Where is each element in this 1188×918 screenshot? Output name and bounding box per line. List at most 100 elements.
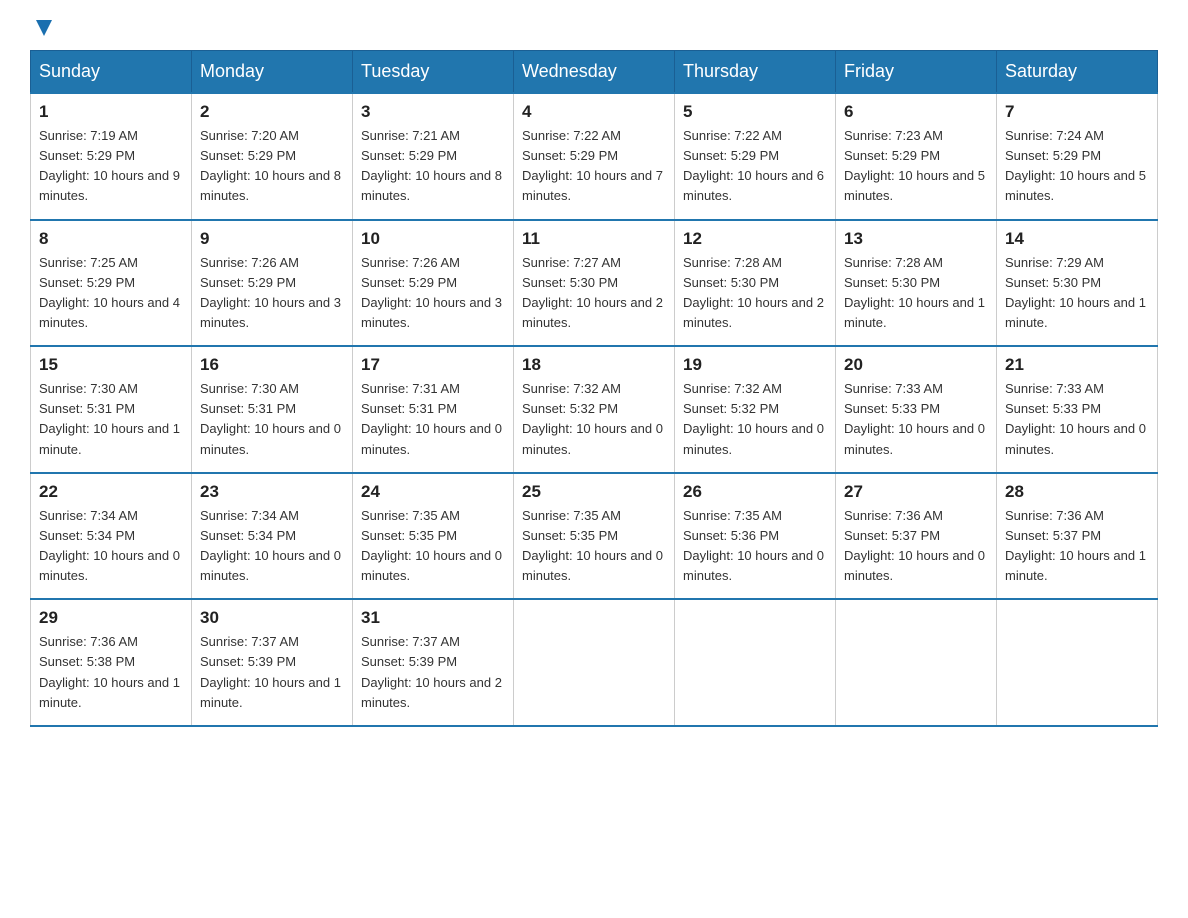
day-info: Sunrise: 7:34 AMSunset: 5:34 PMDaylight:… — [200, 508, 341, 583]
day-info: Sunrise: 7:20 AMSunset: 5:29 PMDaylight:… — [200, 128, 341, 203]
calendar-cell: 24 Sunrise: 7:35 AMSunset: 5:35 PMDaylig… — [353, 473, 514, 600]
day-info: Sunrise: 7:31 AMSunset: 5:31 PMDaylight:… — [361, 381, 502, 456]
logo-arrow-icon — [32, 16, 56, 40]
calendar-cell: 19 Sunrise: 7:32 AMSunset: 5:32 PMDaylig… — [675, 346, 836, 473]
calendar-table: SundayMondayTuesdayWednesdayThursdayFrid… — [30, 50, 1158, 727]
day-number: 7 — [1005, 102, 1149, 122]
calendar-cell — [836, 599, 997, 726]
day-number: 20 — [844, 355, 988, 375]
calendar-cell: 14 Sunrise: 7:29 AMSunset: 5:30 PMDaylig… — [997, 220, 1158, 347]
day-number: 28 — [1005, 482, 1149, 502]
calendar-cell: 1 Sunrise: 7:19 AMSunset: 5:29 PMDayligh… — [31, 93, 192, 220]
weekday-header-saturday: Saturday — [997, 51, 1158, 94]
day-info: Sunrise: 7:36 AMSunset: 5:37 PMDaylight:… — [1005, 508, 1146, 583]
calendar-cell: 8 Sunrise: 7:25 AMSunset: 5:29 PMDayligh… — [31, 220, 192, 347]
calendar-cell: 9 Sunrise: 7:26 AMSunset: 5:29 PMDayligh… — [192, 220, 353, 347]
calendar-week-2: 8 Sunrise: 7:25 AMSunset: 5:29 PMDayligh… — [31, 220, 1158, 347]
calendar-cell: 12 Sunrise: 7:28 AMSunset: 5:30 PMDaylig… — [675, 220, 836, 347]
day-info: Sunrise: 7:30 AMSunset: 5:31 PMDaylight:… — [39, 381, 180, 456]
calendar-week-3: 15 Sunrise: 7:30 AMSunset: 5:31 PMDaylig… — [31, 346, 1158, 473]
day-info: Sunrise: 7:32 AMSunset: 5:32 PMDaylight:… — [683, 381, 824, 456]
day-number: 4 — [522, 102, 666, 122]
weekday-header-monday: Monday — [192, 51, 353, 94]
day-number: 15 — [39, 355, 183, 375]
day-info: Sunrise: 7:32 AMSunset: 5:32 PMDaylight:… — [522, 381, 663, 456]
day-number: 22 — [39, 482, 183, 502]
calendar-cell: 2 Sunrise: 7:20 AMSunset: 5:29 PMDayligh… — [192, 93, 353, 220]
calendar-cell: 17 Sunrise: 7:31 AMSunset: 5:31 PMDaylig… — [353, 346, 514, 473]
weekday-header-sunday: Sunday — [31, 51, 192, 94]
weekday-header-tuesday: Tuesday — [353, 51, 514, 94]
day-number: 1 — [39, 102, 183, 122]
day-number: 9 — [200, 229, 344, 249]
calendar-cell — [675, 599, 836, 726]
weekday-header-wednesday: Wednesday — [514, 51, 675, 94]
day-number: 27 — [844, 482, 988, 502]
calendar-cell: 6 Sunrise: 7:23 AMSunset: 5:29 PMDayligh… — [836, 93, 997, 220]
day-number: 17 — [361, 355, 505, 375]
calendar-cell — [514, 599, 675, 726]
calendar-cell: 29 Sunrise: 7:36 AMSunset: 5:38 PMDaylig… — [31, 599, 192, 726]
day-number: 31 — [361, 608, 505, 628]
day-info: Sunrise: 7:24 AMSunset: 5:29 PMDaylight:… — [1005, 128, 1146, 203]
calendar-week-1: 1 Sunrise: 7:19 AMSunset: 5:29 PMDayligh… — [31, 93, 1158, 220]
calendar-cell: 25 Sunrise: 7:35 AMSunset: 5:35 PMDaylig… — [514, 473, 675, 600]
calendar-cell: 21 Sunrise: 7:33 AMSunset: 5:33 PMDaylig… — [997, 346, 1158, 473]
weekday-header-thursday: Thursday — [675, 51, 836, 94]
day-info: Sunrise: 7:34 AMSunset: 5:34 PMDaylight:… — [39, 508, 180, 583]
day-info: Sunrise: 7:33 AMSunset: 5:33 PMDaylight:… — [1005, 381, 1146, 456]
day-info: Sunrise: 7:25 AMSunset: 5:29 PMDaylight:… — [39, 255, 180, 330]
day-info: Sunrise: 7:36 AMSunset: 5:38 PMDaylight:… — [39, 634, 180, 709]
logo — [30, 20, 56, 40]
day-info: Sunrise: 7:22 AMSunset: 5:29 PMDaylight:… — [683, 128, 824, 203]
calendar-cell: 13 Sunrise: 7:28 AMSunset: 5:30 PMDaylig… — [836, 220, 997, 347]
calendar-cell: 16 Sunrise: 7:30 AMSunset: 5:31 PMDaylig… — [192, 346, 353, 473]
day-number: 18 — [522, 355, 666, 375]
day-info: Sunrise: 7:28 AMSunset: 5:30 PMDaylight:… — [683, 255, 824, 330]
day-info: Sunrise: 7:35 AMSunset: 5:35 PMDaylight:… — [361, 508, 502, 583]
calendar-week-4: 22 Sunrise: 7:34 AMSunset: 5:34 PMDaylig… — [31, 473, 1158, 600]
day-info: Sunrise: 7:23 AMSunset: 5:29 PMDaylight:… — [844, 128, 985, 203]
page-header — [30, 20, 1158, 40]
day-info: Sunrise: 7:26 AMSunset: 5:29 PMDaylight:… — [200, 255, 341, 330]
day-number: 2 — [200, 102, 344, 122]
day-number: 23 — [200, 482, 344, 502]
day-info: Sunrise: 7:21 AMSunset: 5:29 PMDaylight:… — [361, 128, 502, 203]
calendar-cell: 26 Sunrise: 7:35 AMSunset: 5:36 PMDaylig… — [675, 473, 836, 600]
day-number: 16 — [200, 355, 344, 375]
calendar-cell: 30 Sunrise: 7:37 AMSunset: 5:39 PMDaylig… — [192, 599, 353, 726]
calendar-cell: 10 Sunrise: 7:26 AMSunset: 5:29 PMDaylig… — [353, 220, 514, 347]
day-info: Sunrise: 7:26 AMSunset: 5:29 PMDaylight:… — [361, 255, 502, 330]
day-number: 8 — [39, 229, 183, 249]
calendar-cell: 7 Sunrise: 7:24 AMSunset: 5:29 PMDayligh… — [997, 93, 1158, 220]
calendar-cell: 27 Sunrise: 7:36 AMSunset: 5:37 PMDaylig… — [836, 473, 997, 600]
day-number: 3 — [361, 102, 505, 122]
day-info: Sunrise: 7:35 AMSunset: 5:36 PMDaylight:… — [683, 508, 824, 583]
day-number: 10 — [361, 229, 505, 249]
calendar-cell: 18 Sunrise: 7:32 AMSunset: 5:32 PMDaylig… — [514, 346, 675, 473]
day-info: Sunrise: 7:37 AMSunset: 5:39 PMDaylight:… — [200, 634, 341, 709]
day-number: 19 — [683, 355, 827, 375]
day-number: 14 — [1005, 229, 1149, 249]
day-info: Sunrise: 7:28 AMSunset: 5:30 PMDaylight:… — [844, 255, 985, 330]
day-number: 24 — [361, 482, 505, 502]
calendar-cell: 3 Sunrise: 7:21 AMSunset: 5:29 PMDayligh… — [353, 93, 514, 220]
calendar-cell: 20 Sunrise: 7:33 AMSunset: 5:33 PMDaylig… — [836, 346, 997, 473]
calendar-cell: 4 Sunrise: 7:22 AMSunset: 5:29 PMDayligh… — [514, 93, 675, 220]
day-number: 5 — [683, 102, 827, 122]
day-number: 21 — [1005, 355, 1149, 375]
day-number: 26 — [683, 482, 827, 502]
day-info: Sunrise: 7:19 AMSunset: 5:29 PMDaylight:… — [39, 128, 180, 203]
calendar-cell: 28 Sunrise: 7:36 AMSunset: 5:37 PMDaylig… — [997, 473, 1158, 600]
calendar-cell: 11 Sunrise: 7:27 AMSunset: 5:30 PMDaylig… — [514, 220, 675, 347]
day-number: 12 — [683, 229, 827, 249]
calendar-cell — [997, 599, 1158, 726]
day-info: Sunrise: 7:29 AMSunset: 5:30 PMDaylight:… — [1005, 255, 1146, 330]
day-info: Sunrise: 7:35 AMSunset: 5:35 PMDaylight:… — [522, 508, 663, 583]
calendar-week-5: 29 Sunrise: 7:36 AMSunset: 5:38 PMDaylig… — [31, 599, 1158, 726]
day-number: 25 — [522, 482, 666, 502]
day-info: Sunrise: 7:22 AMSunset: 5:29 PMDaylight:… — [522, 128, 663, 203]
calendar-cell: 23 Sunrise: 7:34 AMSunset: 5:34 PMDaylig… — [192, 473, 353, 600]
calendar-cell: 15 Sunrise: 7:30 AMSunset: 5:31 PMDaylig… — [31, 346, 192, 473]
calendar-cell: 31 Sunrise: 7:37 AMSunset: 5:39 PMDaylig… — [353, 599, 514, 726]
